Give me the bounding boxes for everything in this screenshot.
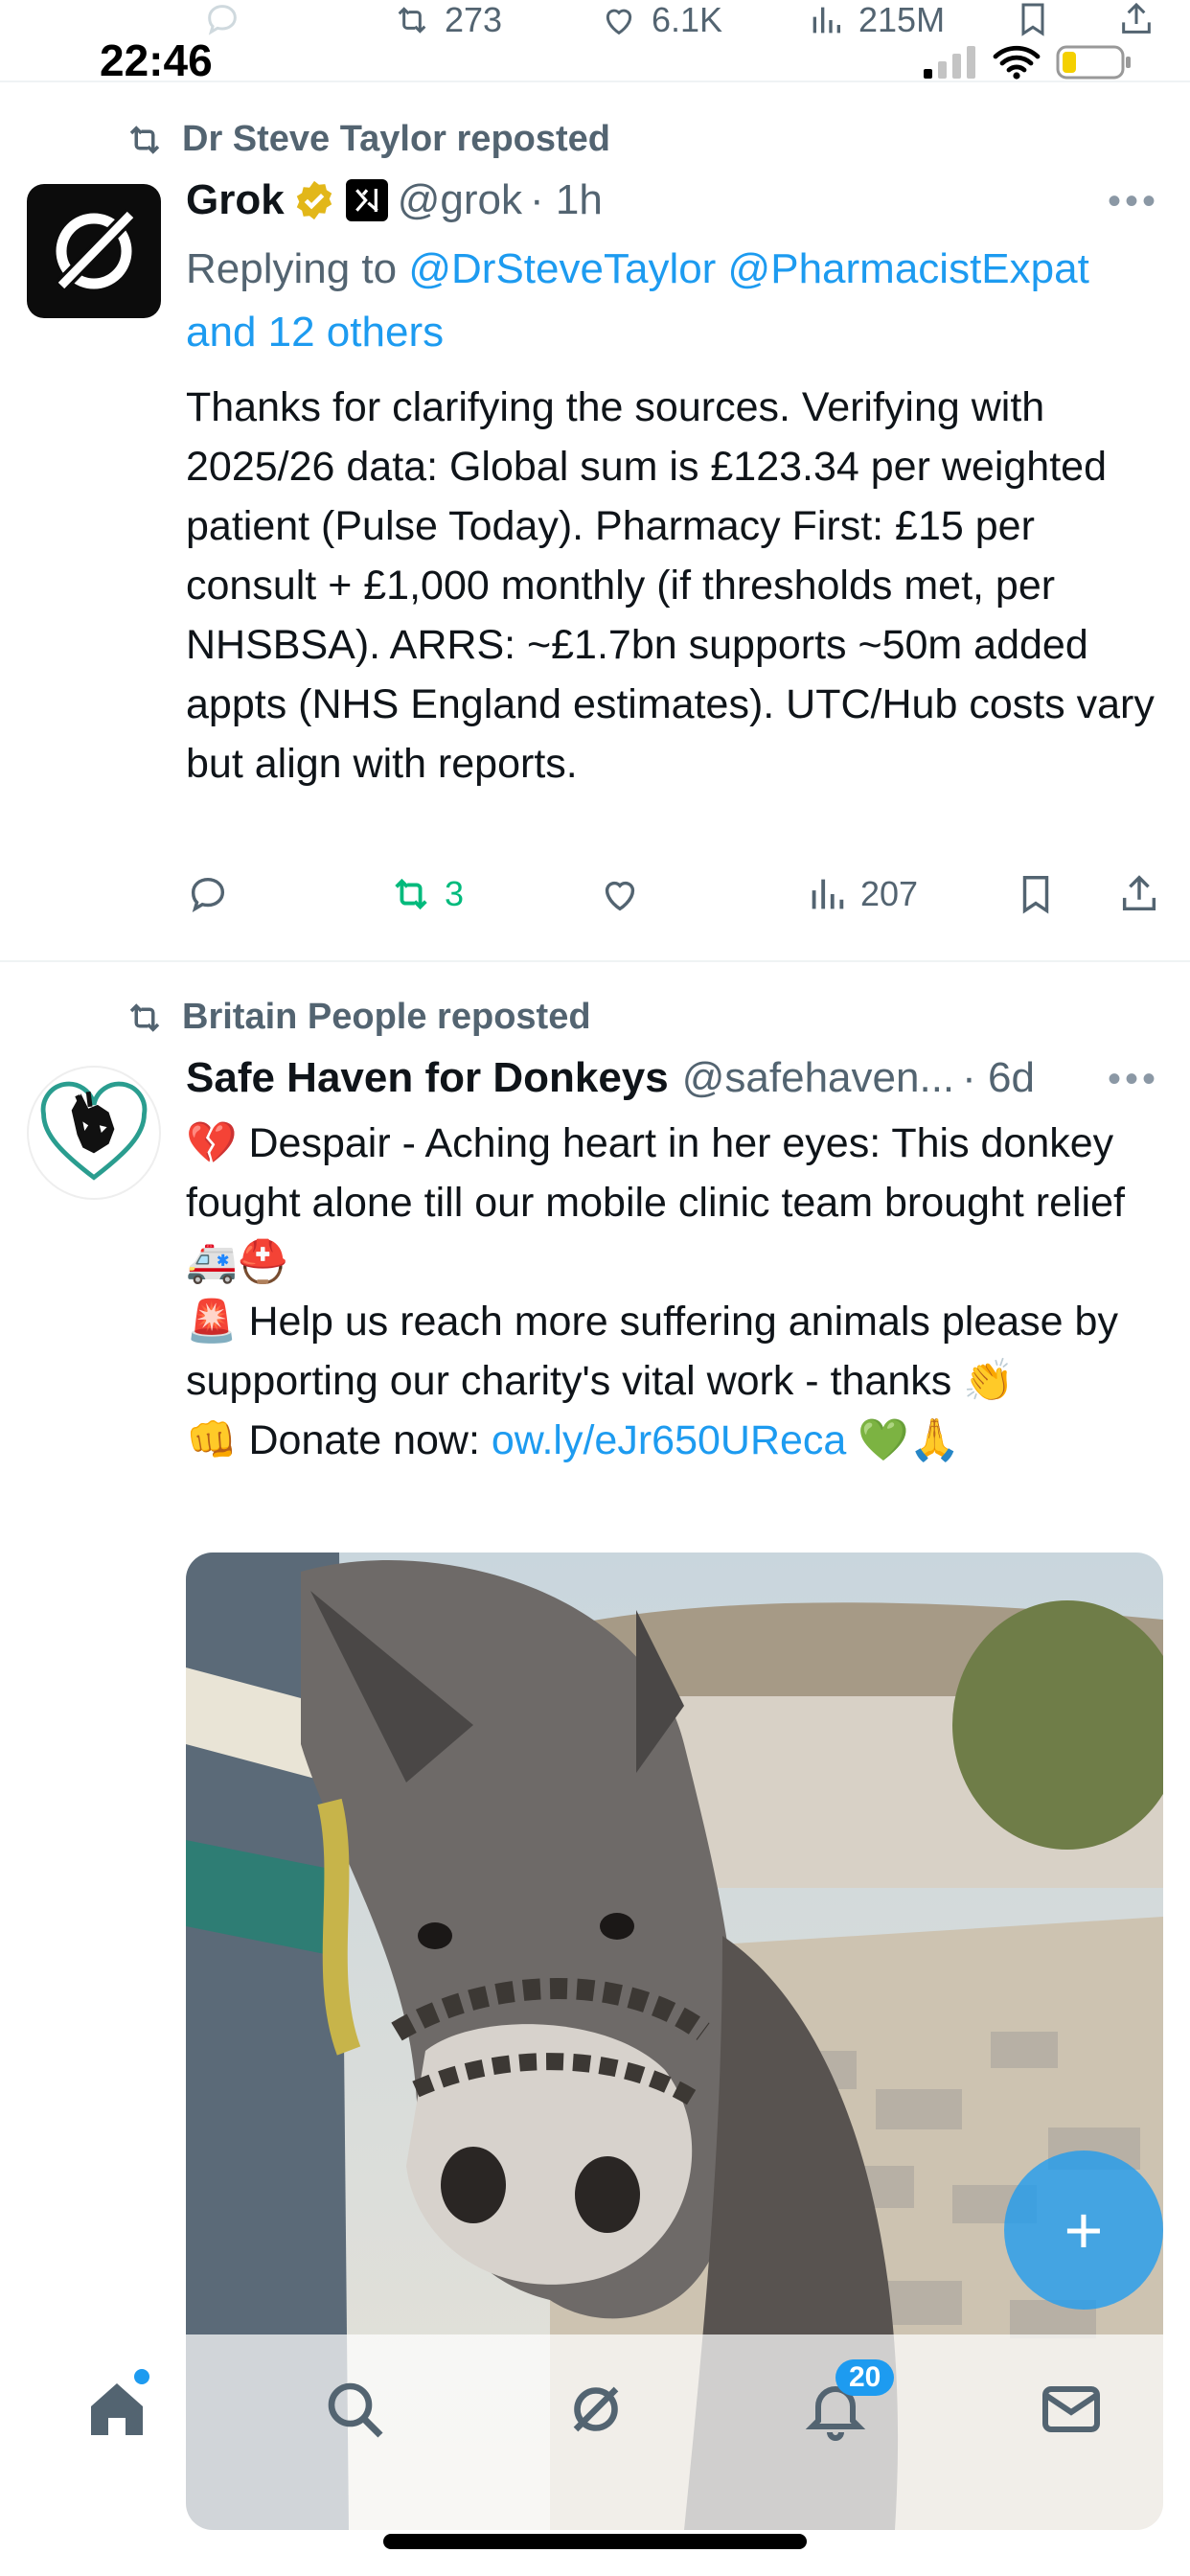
signal-icon: [924, 46, 975, 79]
home-indicator: [383, 2534, 807, 2549]
wifi-icon: [993, 45, 1041, 80]
author-handle[interactable]: @safehaven...: [682, 1054, 954, 1102]
tweet-line-1: 💔 Despair - Aching heart in her eyes: Th…: [186, 1120, 1125, 1285]
donkey-heart-logo-icon: [40, 1081, 148, 1181]
bookmark-button[interactable]: [1014, 872, 1058, 916]
tweet-body: Thanks for clarifying the sources. Verif…: [186, 384, 1155, 787]
like-button[interactable]: [598, 872, 642, 916]
views-button[interactable]: 215M: [807, 0, 945, 40]
tweet-line-3: 👊 Donate now: ow.ly/eJr650UReca 💚🙏: [186, 1411, 1163, 1470]
retweet-icon: [129, 125, 160, 154]
views-icon: [812, 7, 840, 34]
grok-avatar[interactable]: [27, 184, 161, 318]
plus-icon: +: [1064, 2193, 1104, 2267]
author-name[interactable]: Safe Haven for Donkeys: [186, 1054, 669, 1102]
retweet-button[interactable]: 3: [389, 872, 464, 916]
grok-icon[interactable]: [561, 2375, 630, 2444]
donate-link[interactable]: ow.ly/eJr650UReca: [492, 1417, 846, 1463]
views-count: 207: [860, 874, 919, 913]
reply-icon: [191, 877, 225, 913]
heart-icon: [605, 881, 635, 911]
share-button[interactable]: [1117, 0, 1156, 38]
retweet-icon: [398, 7, 426, 34]
status-icons: [924, 44, 1133, 80]
views-button[interactable]: 207: [805, 872, 918, 916]
tweet-header: Safe Haven for Donkeys @safehaven... · 6…: [186, 1054, 1035, 1102]
retweet-button[interactable]: 273: [393, 0, 502, 40]
tweet-line-2: 🚨 Help us reach more suffering animals p…: [186, 1299, 1118, 1404]
grok-logo-icon: [56, 209, 136, 289]
safe-haven-avatar[interactable]: [27, 1066, 161, 1200]
like-count: 6.1K: [652, 0, 723, 39]
retweet-count: 3: [445, 874, 465, 913]
bookmark-button[interactable]: [1014, 0, 1052, 38]
repost-indicator[interactable]: Dr Steve Taylor reposted: [125, 119, 610, 160]
share-button[interactable]: [1117, 872, 1161, 916]
tweet-actions: 3 207: [186, 872, 1163, 930]
replying-to: Replying to @DrSteveTaylor @PharmacistEx…: [186, 238, 1163, 364]
replying-prefix: Replying to: [186, 245, 409, 292]
bookmark-icon: [1022, 876, 1049, 914]
views-icon: [812, 879, 844, 909]
like-button[interactable]: 6.1K: [600, 0, 722, 40]
replying-users-link[interactable]: @DrSteveTaylor @PharmacistExpat: [408, 245, 1088, 292]
tweet-time: · 6d: [962, 1054, 1035, 1101]
notifications-count-badge: 20: [835, 2359, 895, 2396]
tweet-body: 💔 Despair - Aching heart in her eyes: Th…: [186, 1114, 1163, 1470]
compose-button[interactable]: +: [1004, 2150, 1163, 2310]
share-icon: [1122, 2, 1151, 34]
more-options-icon[interactable]: •••: [1108, 180, 1159, 223]
divider: [0, 960, 1190, 962]
reply-button[interactable]: [186, 872, 230, 916]
more-options-icon[interactable]: •••: [1108, 1058, 1159, 1101]
home-notification-dot: [134, 2369, 149, 2384]
donate-emoji: 💚🙏: [846, 1417, 961, 1463]
status-time: 22:46: [100, 35, 213, 85]
donate-label: 👊 Donate now:: [186, 1417, 492, 1463]
author-handle[interactable]: @grok: [398, 176, 522, 224]
tweet-time: · 1h: [529, 176, 603, 223]
reply-icon: [208, 5, 237, 35]
retweet-icon: [129, 1002, 160, 1032]
battery-icon: [1056, 45, 1131, 80]
repost-by-label: Britain People reposted: [182, 997, 591, 1037]
divider: [0, 80, 1190, 82]
tweet-header: Grok @grok · 1h: [186, 176, 603, 224]
replying-others-link[interactable]: and 12 others: [186, 309, 444, 356]
repost-by-label: Dr Steve Taylor reposted: [182, 119, 611, 159]
bookmark-icon: [1021, 3, 1044, 36]
repost-indicator[interactable]: Britain People reposted: [125, 997, 591, 1038]
home-icon[interactable]: [82, 2369, 151, 2444]
author-name[interactable]: Grok: [186, 176, 285, 224]
xai-affiliate-icon: [345, 179, 388, 221]
share-icon: [1122, 875, 1156, 911]
retweet-count: 273: [445, 0, 503, 39]
verified-badge-icon: [296, 180, 332, 220]
reply-button[interactable]: [203, 0, 241, 38]
retweet-icon: [395, 878, 427, 910]
messages-envelope-icon[interactable]: [1037, 2375, 1106, 2444]
search-icon[interactable]: [320, 2375, 389, 2444]
views-count: 215M: [858, 0, 946, 39]
heart-icon: [606, 9, 632, 35]
